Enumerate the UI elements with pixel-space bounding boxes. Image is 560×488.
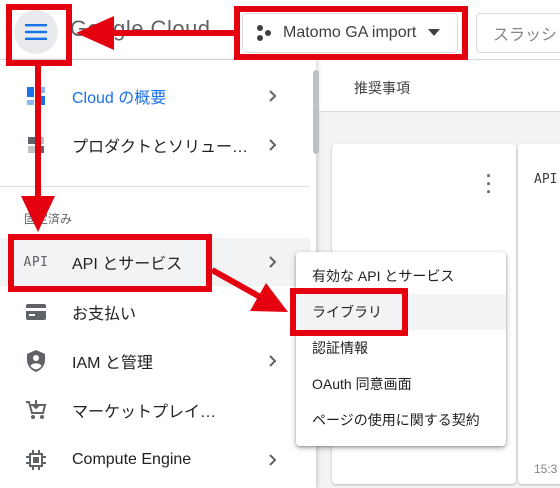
sidebar-item-label: Cloud の概要 [72, 90, 167, 107]
chevron-right-icon [269, 256, 277, 268]
sidebar-item-label: Compute Engine [72, 451, 192, 468]
project-selector[interactable]: Matomo GA import [242, 13, 458, 53]
sidebar-item-label: マーケットプレイ… [72, 404, 217, 421]
sidebar-item-label: お支払い [72, 306, 137, 323]
sidebar-item-marketplace[interactable]: マーケットプレイ… [0, 386, 310, 434]
google-cloud-logo[interactable]: Google Cloud [70, 16, 211, 42]
submenu-item-page-usage-agreement[interactable]: ページの使用に関する契約 [296, 402, 506, 438]
api-dashboard-card: API 15:3 [518, 144, 560, 484]
compute-chip-icon [24, 448, 48, 472]
api-icon: API [23, 254, 49, 270]
sidebar-item-billing[interactable]: お支払い [0, 288, 310, 336]
search-bar[interactable]: スラッシ [476, 13, 560, 53]
card-timestamp: 15:3 [534, 462, 558, 476]
chevron-right-icon [269, 454, 277, 466]
sidebar-item-label: API とサービス [72, 256, 183, 273]
submenu-item-credentials[interactable]: 認証情報 [296, 330, 506, 366]
sidebar-item-cloud-overview[interactable]: Cloud の概要 [0, 72, 310, 120]
pinned-section-heading: 固定済み [24, 212, 73, 226]
submenu-item-label: ライブラリ [312, 304, 382, 320]
sidebar-scrollbar[interactable] [313, 70, 319, 154]
submenu-item-label: ページの使用に関する契約 [312, 412, 480, 428]
project-name: Matomo GA import [283, 24, 417, 41]
sidebar-divider [0, 186, 310, 187]
api-services-submenu: 有効な API とサービス ライブラリ 認証情報 OAuth 同意画面 ページの… [296, 252, 506, 446]
products-grid-icon [24, 133, 48, 157]
logo-text: Google Cloud [70, 16, 211, 41]
submenu-item-label: 有効な API とサービス [312, 268, 455, 284]
main-tab-bar: 推奨事項 [316, 60, 560, 112]
sidebar-item-label: IAM と管理 [72, 355, 153, 372]
sidebar-item-compute-engine[interactable]: Compute Engine [0, 436, 310, 484]
more-vert-icon[interactable]: · · · [486, 167, 492, 201]
submenu-item-label: 認証情報 [312, 340, 368, 356]
chevron-right-icon [269, 139, 277, 151]
navigation-sidebar: Cloud の概要 プロダクトとソリュー… 固定済み API API とサービス [0, 60, 319, 488]
sidebar-item-label: プロダクトとソリュー… [72, 139, 249, 156]
navigation-menu-button[interactable] [14, 10, 58, 54]
sidebar-item-iam[interactable]: IAM と管理 [0, 337, 310, 385]
card-api-label: API [534, 172, 558, 187]
marketplace-cart-icon [24, 398, 48, 422]
dashboard-icon [24, 84, 48, 108]
security-shield-icon [24, 349, 48, 373]
submenu-item-oauth-consent[interactable]: OAuth 同意画面 [296, 366, 506, 402]
submenu-item-label: OAuth 同意画面 [312, 376, 412, 392]
hamburger-menu-icon [25, 24, 47, 40]
tab-recommendations[interactable]: 推奨事項 [354, 78, 410, 98]
submenu-item-library[interactable]: ライブラリ [296, 294, 506, 330]
chevron-right-icon [269, 90, 277, 102]
top-bar: Google Cloud Matomo GA import スラッシ [0, 0, 560, 60]
dropdown-caret-icon [428, 24, 441, 42]
search-placeholder: スラッシ [493, 27, 558, 44]
billing-card-icon [24, 300, 48, 324]
chevron-right-icon [269, 355, 277, 367]
sidebar-item-products[interactable]: プロダクトとソリュー… [0, 121, 310, 169]
sidebar-item-api-services[interactable]: API API とサービス [0, 238, 310, 286]
project-hierarchy-icon [255, 24, 273, 42]
submenu-item-enabled-apis[interactable]: 有効な API とサービス [296, 258, 506, 294]
